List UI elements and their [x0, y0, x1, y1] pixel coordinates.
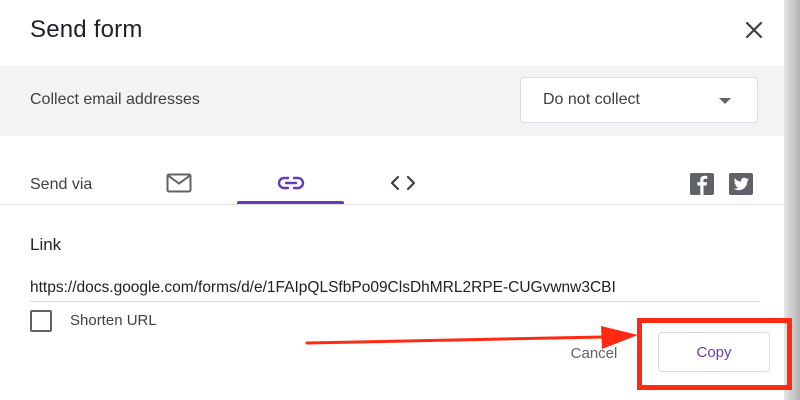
link-label: Link	[30, 235, 62, 254]
collect-email-select-value: Do not collect	[543, 91, 640, 108]
tabs-divider	[0, 204, 784, 205]
link-url-field[interactable]: https://docs.google.com/forms/d/e/1FAIpQ…	[30, 277, 760, 302]
code-icon	[390, 175, 416, 191]
tab-link[interactable]	[237, 160, 344, 206]
close-button[interactable]	[738, 14, 770, 46]
link-icon	[277, 176, 304, 190]
send-via-label: Send via	[30, 176, 93, 193]
collect-email-select[interactable]: Do not collect	[520, 77, 758, 123]
facebook-icon[interactable]	[690, 173, 714, 195]
tab-embed[interactable]	[372, 160, 434, 206]
dropdown-arrow-icon	[719, 98, 731, 104]
mail-icon	[166, 173, 192, 193]
collect-email-label: Collect email addresses	[30, 91, 200, 108]
shorten-url-checkbox[interactable]	[30, 310, 52, 332]
shorten-url-label: Shorten URL	[70, 312, 157, 329]
tab-email[interactable]	[148, 160, 210, 206]
close-icon	[745, 21, 763, 39]
dialog-title: Send form	[30, 16, 143, 43]
annotation-highlight-box	[637, 318, 792, 390]
twitter-icon[interactable]	[729, 173, 753, 195]
collect-email-row: Collect email addresses Do not collect	[0, 66, 784, 136]
annotation-arrow	[305, 326, 638, 349]
